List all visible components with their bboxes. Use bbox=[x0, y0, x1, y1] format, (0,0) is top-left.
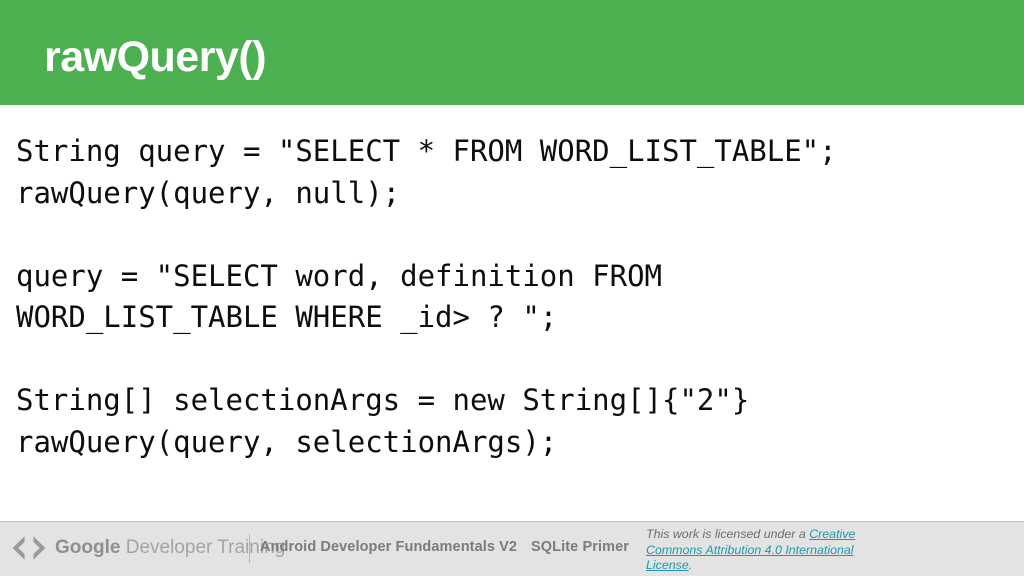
google-developer-training-lockup: Google Developer Training bbox=[12, 533, 285, 563]
code-line: String[] selectionArgs = new String[]{"2… bbox=[16, 383, 750, 417]
license-prefix: This work is licensed under a bbox=[646, 527, 810, 541]
brand-google-word: Google bbox=[55, 537, 121, 558]
course-name: Android Developer Fundamentals V2 bbox=[260, 539, 518, 555]
code-line: query = "SELECT word, definition FROM bbox=[16, 258, 663, 293]
page-title: rawQuery() bbox=[44, 33, 267, 81]
slide-body: String query = "SELECT * FROM WORD_LIST_… bbox=[0, 105, 1024, 516]
slide: rawQuery() String query = "SELECT * FROM… bbox=[0, 0, 1024, 576]
code-line: String query = "SELECT * FROM WORD_LIST_… bbox=[16, 134, 837, 168]
brand-text: Google Developer Training bbox=[55, 537, 285, 559]
code-line: rawQuery(query, selectionArgs); bbox=[16, 424, 558, 459]
slide-footer: Google Developer Training Android Develo… bbox=[0, 521, 1024, 576]
footer-inner: Google Developer Training Android Develo… bbox=[0, 522, 1024, 576]
code-brackets-icon bbox=[12, 536, 46, 560]
footer-divider bbox=[249, 534, 250, 563]
code-line: rawQuery(query, null); bbox=[16, 175, 401, 210]
license-statement: This work is licensed under a Creative C… bbox=[646, 527, 878, 574]
license-suffix: . bbox=[688, 558, 693, 572]
code-line: WORD_LIST_TABLE WHERE _id> ? "; bbox=[16, 300, 558, 334]
code-block: String query = "SELECT * FROM WORD_LIST_… bbox=[16, 131, 1006, 463]
slide-header: rawQuery() bbox=[0, 0, 1024, 105]
lesson-name: SQLite Primer bbox=[531, 539, 629, 555]
